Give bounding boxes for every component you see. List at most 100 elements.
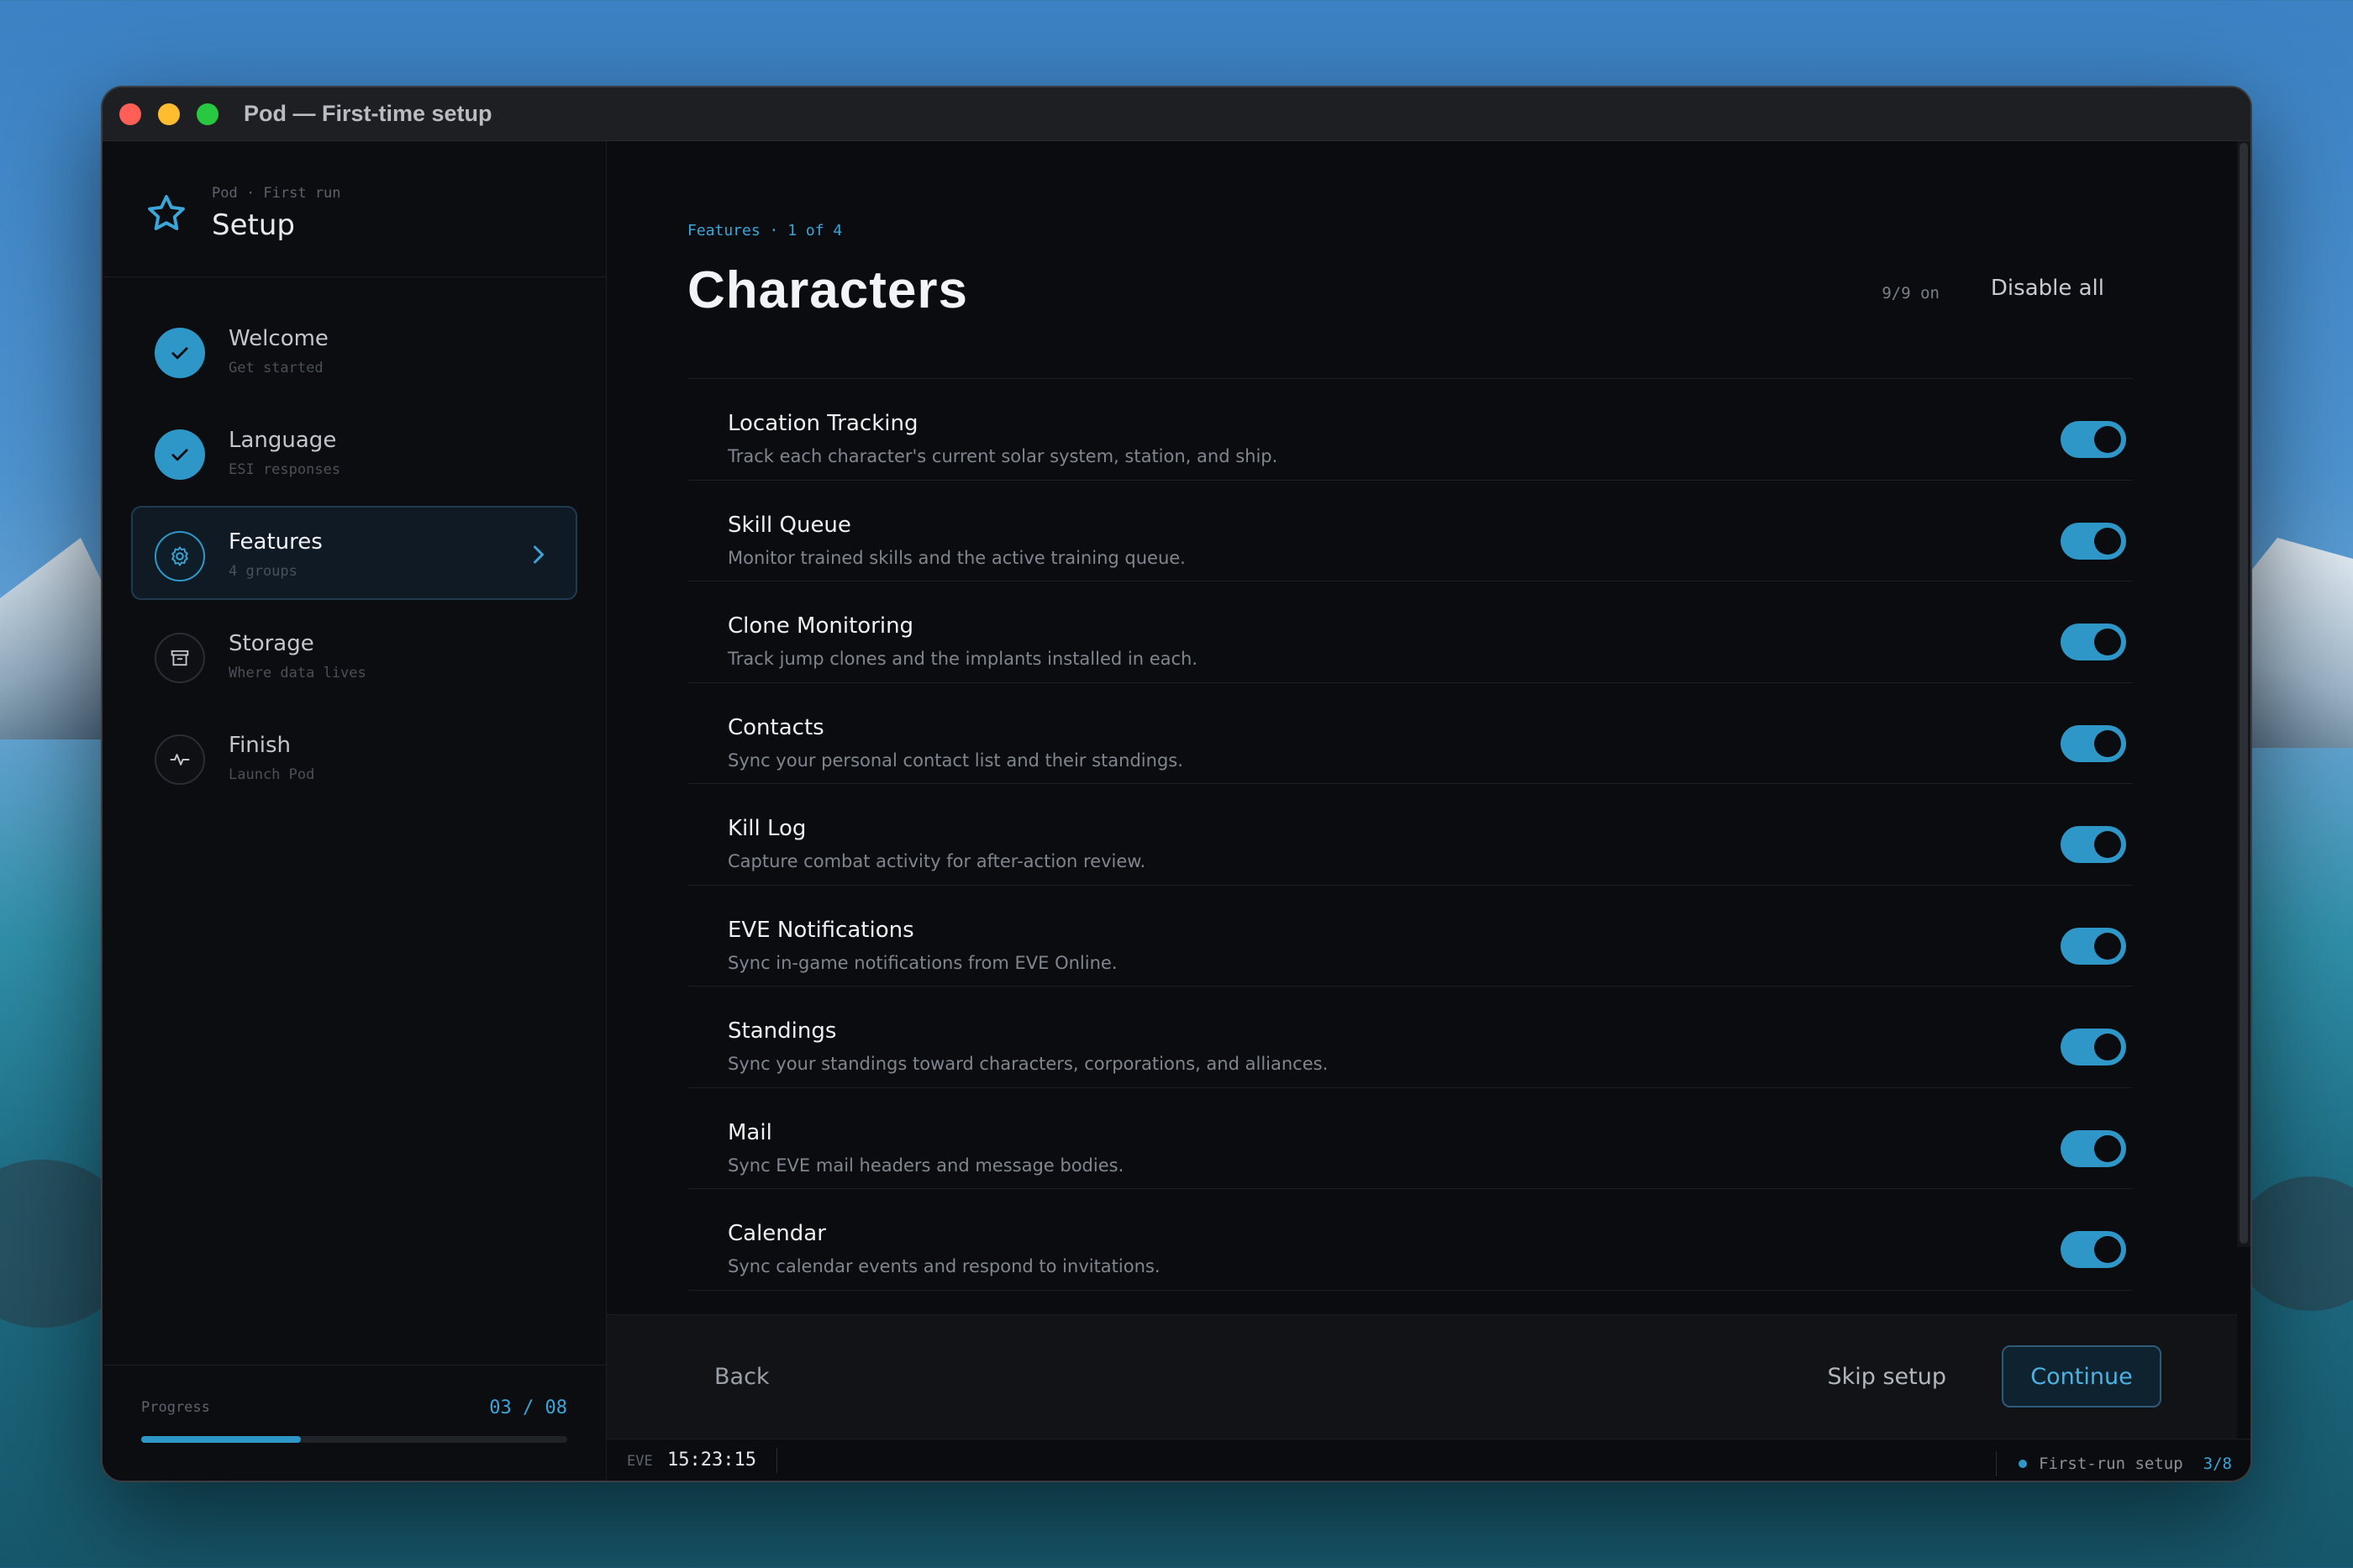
step-welcome[interactable]: Welcome Get started bbox=[131, 303, 577, 397]
feature-toggle[interactable] bbox=[2061, 1231, 2126, 1268]
step-language[interactable]: Language ESI responses bbox=[131, 404, 577, 498]
step-status bbox=[155, 429, 205, 480]
enabled-count: 9/9 on bbox=[1882, 284, 1940, 303]
toggle-knob bbox=[2094, 426, 2121, 453]
status-step-count: 3/8 bbox=[2203, 1455, 2232, 1473]
archive-icon bbox=[171, 650, 189, 666]
step-subtitle: Where data lives bbox=[229, 665, 366, 681]
scrollbar[interactable] bbox=[2237, 141, 2250, 1247]
toggle-knob bbox=[2094, 932, 2121, 960]
window-title: Pod — First-time setup bbox=[244, 101, 492, 126]
feature-row: Contacts Sync your personal contact list… bbox=[687, 683, 2133, 784]
brand-header: Pod · First run Setup bbox=[103, 141, 606, 277]
feature-name: Standings bbox=[728, 1018, 837, 1044]
check-icon bbox=[171, 347, 188, 360]
eve-time-label: EVE bbox=[627, 1453, 653, 1470]
feature-name: Clone Monitoring bbox=[728, 613, 914, 639]
step-status bbox=[155, 734, 205, 785]
feature-row: Calendar Sync calendar events and respon… bbox=[687, 1189, 2133, 1291]
skip-setup-button[interactable]: Skip setup bbox=[1827, 1364, 1946, 1390]
footer-actions: Back Skip setup Continue bbox=[607, 1314, 2237, 1439]
feature-description: Track jump clones and the implants insta… bbox=[728, 649, 1198, 669]
feature-name: Skill Queue bbox=[728, 512, 851, 538]
feature-toggle[interactable] bbox=[2061, 1029, 2126, 1066]
toggle-knob bbox=[2094, 629, 2121, 655]
status-info: First-run setup 3/8 bbox=[1996, 1451, 2232, 1476]
sidebar: Pod · First run Setup Welcome Get starte… bbox=[103, 141, 607, 1481]
pulse-icon bbox=[170, 754, 190, 766]
feature-name: Location Tracking bbox=[728, 411, 919, 436]
step-label: Storage bbox=[229, 631, 314, 656]
feature-description: Track each character's current solar sys… bbox=[728, 446, 1278, 466]
toggle-knob bbox=[2094, 1034, 2121, 1060]
step-subtitle: Get started bbox=[229, 360, 324, 376]
feature-name: Contacts bbox=[728, 714, 824, 740]
progress-fill bbox=[141, 1436, 302, 1443]
feature-row: Location Tracking Track each character's… bbox=[687, 379, 2133, 481]
status-bar: EVE 15:23:15 First-run setup 3/8 bbox=[607, 1439, 2250, 1481]
feature-toggle[interactable] bbox=[2061, 421, 2126, 458]
toggle-knob bbox=[2094, 527, 2121, 555]
gear-icon bbox=[171, 546, 188, 566]
background-rock bbox=[2235, 1176, 2353, 1311]
feature-row: Standings Sync your standings toward cha… bbox=[687, 987, 2133, 1088]
brand-crumb: Pod · First run bbox=[212, 185, 341, 202]
feature-toggle[interactable] bbox=[2061, 1129, 2126, 1167]
feature-row: Skill Queue Monitor trained skills and t… bbox=[687, 481, 2133, 581]
feature-toggle[interactable] bbox=[2061, 624, 2126, 660]
setup-steps: Welcome Get started Language ESI respons… bbox=[103, 277, 606, 836]
divider bbox=[776, 1448, 777, 1473]
step-subtitle: 4 groups bbox=[229, 563, 297, 580]
feature-name: Calendar bbox=[728, 1221, 826, 1246]
step-label: Language bbox=[229, 428, 337, 453]
toggle-knob bbox=[2094, 729, 2121, 757]
app-window: Pod — First-time setup Pod · First run S… bbox=[101, 86, 2252, 1482]
feature-description: Capture combat activity for after-action… bbox=[728, 851, 1146, 871]
toggle-knob bbox=[2094, 1134, 2121, 1162]
feature-name: Kill Log bbox=[728, 816, 807, 841]
step-status bbox=[155, 328, 205, 378]
breadcrumb: Features · 1 of 4 bbox=[687, 222, 843, 239]
check-icon bbox=[171, 449, 188, 461]
progress-section: Progress 03 / 08 bbox=[103, 1365, 606, 1481]
feature-name: Mail bbox=[728, 1119, 772, 1145]
step-features[interactable]: Features 4 groups bbox=[131, 506, 577, 600]
feature-description: Sync in-game notifications from EVE Onli… bbox=[728, 952, 1118, 973]
feature-toggle[interactable] bbox=[2061, 927, 2126, 965]
back-button[interactable]: Back bbox=[714, 1364, 770, 1390]
step-status bbox=[155, 531, 205, 581]
page-title: Characters bbox=[687, 261, 968, 319]
divider bbox=[1996, 1451, 1998, 1476]
continue-button[interactable]: Continue bbox=[2002, 1345, 2161, 1408]
feature-row: Mail Sync EVE mail headers and message b… bbox=[687, 1088, 2133, 1189]
step-status bbox=[155, 633, 205, 683]
brand-title: Setup bbox=[212, 208, 295, 242]
status-label: First-run setup bbox=[2039, 1455, 2183, 1473]
close-window-button[interactable] bbox=[119, 103, 141, 125]
step-finish[interactable]: Finish Launch Pod bbox=[131, 709, 577, 803]
toggle-knob bbox=[2094, 831, 2121, 858]
step-label: Features bbox=[229, 529, 323, 555]
feature-toggle[interactable] bbox=[2061, 522, 2126, 560]
eve-time: 15:23:15 bbox=[667, 1450, 756, 1471]
title-bar: Pod — First-time setup bbox=[103, 87, 2250, 141]
chevron-right-icon bbox=[534, 545, 544, 564]
main-panel: Features · 1 of 4 Characters 9/9 on Disa… bbox=[607, 141, 2250, 1481]
zoom-window-button[interactable] bbox=[197, 103, 218, 125]
step-label: Finish bbox=[229, 733, 292, 758]
feature-description: Sync EVE mail headers and message bodies… bbox=[728, 1155, 1124, 1176]
minimize-window-button[interactable] bbox=[158, 103, 180, 125]
feature-toggle[interactable] bbox=[2061, 724, 2126, 762]
feature-row: Kill Log Capture combat activity for aft… bbox=[687, 784, 2133, 886]
feature-description: Sync your personal contact list and thei… bbox=[728, 750, 1183, 771]
scrollbar-thumb[interactable] bbox=[2240, 143, 2248, 1244]
star-icon bbox=[148, 195, 185, 230]
feature-row: Clone Monitoring Track jump clones and t… bbox=[687, 581, 2133, 683]
step-storage[interactable]: Storage Where data lives bbox=[131, 608, 577, 702]
disable-all-button[interactable]: Disable all bbox=[1991, 276, 2104, 301]
progress-bar bbox=[141, 1436, 567, 1443]
feature-description: Monitor trained skills and the active tr… bbox=[728, 547, 1186, 568]
step-subtitle: Launch Pod bbox=[229, 766, 315, 783]
feature-list: Location Tracking Track each character's… bbox=[687, 378, 2133, 1291]
feature-toggle[interactable] bbox=[2061, 826, 2126, 863]
